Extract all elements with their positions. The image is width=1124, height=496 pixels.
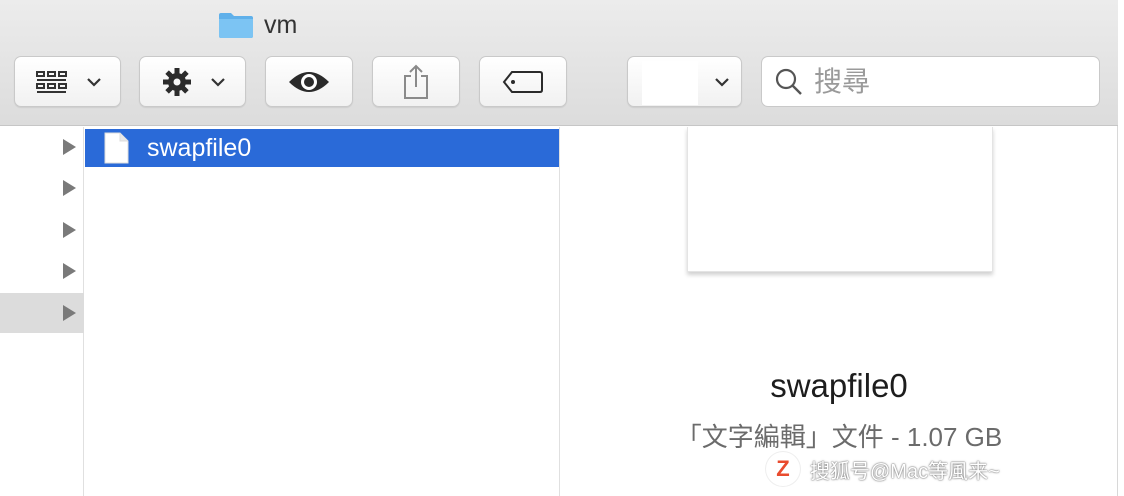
window-title: vm	[218, 8, 297, 42]
folder-contents-column[interactable]: swapfile0	[85, 127, 560, 496]
group-by-button[interactable]	[627, 56, 742, 107]
file-thumbnail	[687, 127, 993, 272]
toolbar: vm	[0, 0, 1118, 126]
chevron-down-icon	[210, 77, 225, 87]
group-by-value	[642, 61, 698, 105]
sohu-logo-icon: Z	[766, 452, 800, 486]
list-item[interactable]	[0, 210, 84, 250]
action-menu-button[interactable]	[139, 56, 246, 107]
grid-view-icon	[35, 70, 67, 93]
chevron-down-icon	[86, 77, 101, 87]
share-icon	[404, 64, 428, 99]
search-field[interactable]	[761, 56, 1100, 107]
gear-icon	[162, 67, 191, 96]
watermark: Z 搜狐号@Mac等風来~	[766, 452, 1000, 486]
preview-file-info: 「文字編輯」文件 - 1.07 GB	[675, 422, 1003, 452]
watermark-text: 搜狐号@Mac等風来~	[810, 460, 1000, 483]
file-row-selected[interactable]: swapfile0	[85, 129, 559, 167]
disclosure-arrow-icon[interactable]	[63, 263, 76, 279]
parent-folder-column[interactable]	[0, 127, 84, 496]
window-title-text: vm	[264, 10, 298, 39]
tag-icon	[502, 70, 543, 93]
tags-button[interactable]	[479, 56, 567, 107]
disclosure-arrow-icon[interactable]	[63, 305, 76, 321]
document-icon	[104, 132, 129, 164]
preview-pane: swapfile0 「文字編輯」文件 - 1.07 GB	[561, 127, 1117, 496]
view-options-button[interactable]	[14, 56, 121, 107]
disclosure-arrow-icon[interactable]	[63, 139, 76, 155]
preview-file-name: swapfile0	[770, 367, 908, 404]
list-item[interactable]	[0, 127, 84, 167]
search-input[interactable]	[814, 65, 1074, 98]
list-item-active-folder[interactable]	[0, 293, 84, 333]
chevron-down-icon	[715, 77, 729, 87]
share-button[interactable]	[372, 56, 460, 107]
list-item[interactable]	[0, 168, 84, 208]
list-item[interactable]	[0, 251, 84, 291]
finder-window: vm 搜尋 swapfile0 swapfile0 「文字編輯」文件 - 1.0…	[0, 0, 1118, 496]
file-name: swapfile0	[147, 133, 252, 162]
search-icon	[775, 68, 802, 95]
quick-look-button[interactable]	[265, 56, 353, 107]
disclosure-arrow-icon[interactable]	[63, 222, 76, 238]
disclosure-arrow-icon[interactable]	[63, 180, 76, 196]
folder-icon	[219, 13, 253, 38]
eye-icon	[289, 71, 329, 92]
